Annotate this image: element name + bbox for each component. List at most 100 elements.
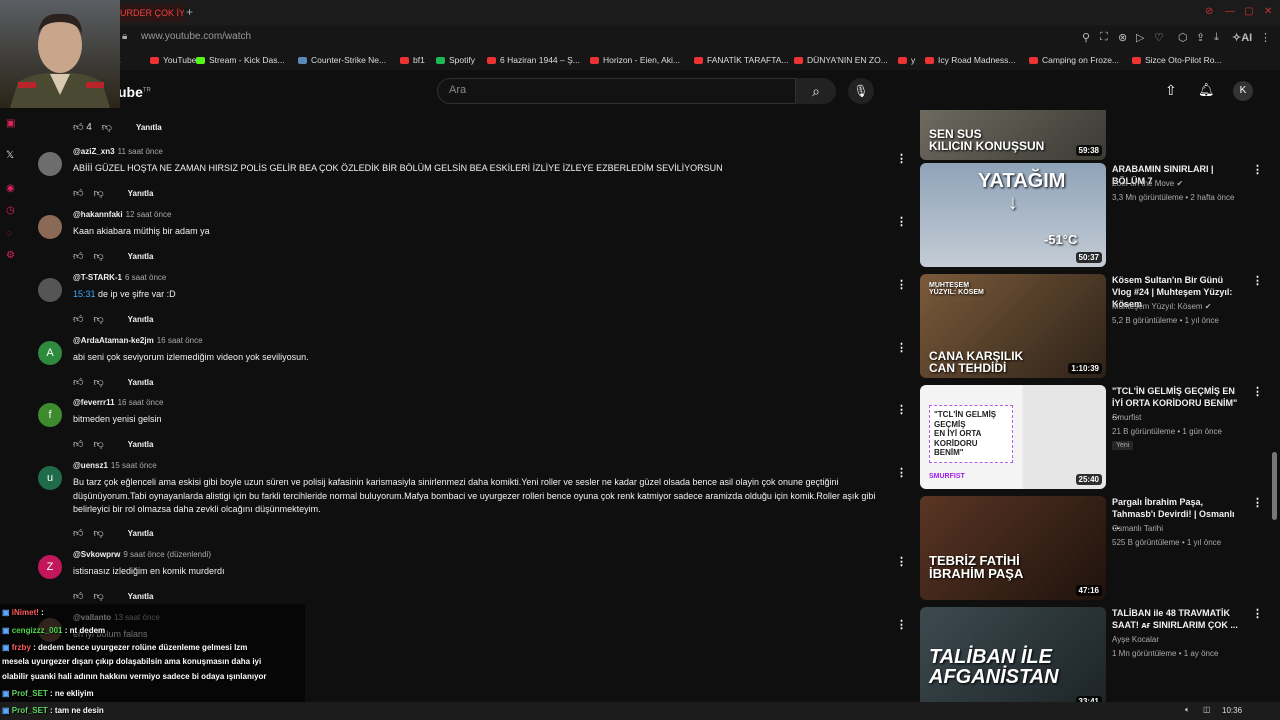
- video-thumbnail[interactable]: YATAĞIM -51°C ↓ 50:37: [920, 163, 1106, 267]
- comment-time[interactable]: 15 saat önce: [111, 461, 157, 470]
- video-thumbnail[interactable]: SMURFIST "TCL'İN GELMİŞ GEÇMİŞ EN İYİ ORT…: [920, 385, 1106, 489]
- comment-time[interactable]: 16 saat önce: [157, 336, 203, 345]
- dislike-button[interactable]: 👎︎: [93, 591, 103, 602]
- dislike-button[interactable]: 👎︎: [93, 528, 103, 539]
- like-button[interactable]: 👍︎: [73, 591, 83, 602]
- like-button[interactable]: 👍︎ 4: [73, 122, 92, 133]
- video-thumbnail[interactable]: MUHTEŞEM YÜZYIL: KÖSEM CANA KARŞILIK CAN …: [920, 274, 1106, 378]
- video-menu-icon[interactable]: ⋮: [1252, 163, 1263, 176]
- bookmark-item[interactable]: Icy Road Madness...: [925, 55, 1015, 65]
- video-channel[interactable]: Smurfist: [1112, 413, 1141, 422]
- bookmark-item[interactable]: Sizce Oto-Pilot Ro...: [1132, 55, 1222, 65]
- comment-time[interactable]: 9 saat önce (düzenlendi): [123, 550, 211, 559]
- clock-icon[interactable]: ◷: [6, 205, 15, 216]
- reply-button[interactable]: Yanıtla: [128, 440, 154, 449]
- comment-username[interactable]: @aziZ_xn3: [73, 147, 115, 156]
- video-thumbnail[interactable]: TALİBAN İLE AFGANİSTAN33:41: [920, 607, 1106, 711]
- comment-menu-icon[interactable]: ⋮: [896, 215, 907, 228]
- mic-button[interactable]: 🎙︎: [848, 78, 874, 104]
- search-input[interactable]: Ara: [437, 78, 796, 104]
- comment-avatar[interactable]: [38, 278, 62, 302]
- reply-button[interactable]: Yanıtla: [128, 189, 154, 198]
- comment-menu-icon[interactable]: ⋮: [896, 618, 907, 631]
- comment-avatar[interactable]: A: [38, 341, 62, 365]
- screenshot-icon[interactable]: ⛶: [1100, 31, 1108, 44]
- video-channel[interactable]: Muhteşem Yüzyıl: Kösem ✔: [1112, 302, 1212, 311]
- bookmark-item[interactable]: DÜNYA'NIN EN ZO...: [794, 55, 888, 65]
- like-button[interactable]: 👍︎: [73, 188, 83, 199]
- play-icon[interactable]: ▷: [1136, 31, 1144, 44]
- dislike-button[interactable]: 👎︎: [93, 439, 103, 450]
- bookmark-item[interactable]: Horizon - Eien, Aki...: [590, 55, 680, 65]
- chat-username[interactable]: Prof_SET: [12, 706, 48, 715]
- volume-icon[interactable]: 🔈︎: [1185, 705, 1190, 715]
- reply-button[interactable]: Yanıtla: [128, 252, 154, 261]
- chat-icon[interactable]: ◌: [6, 228, 12, 239]
- dislike-button[interactable]: 👎︎: [93, 251, 103, 262]
- rail-icon-1[interactable]: ▣: [6, 118, 15, 129]
- video-menu-icon[interactable]: ⋮: [1252, 607, 1263, 620]
- comment-time[interactable]: 6 saat önce: [125, 273, 166, 282]
- video-item[interactable]: TEBRİZ FATİHİ İBRAHİM PAŞA 47:16 Pargalı İ…: [920, 496, 1263, 600]
- comment-username[interactable]: @T-STARK-1: [73, 273, 122, 282]
- upload-button[interactable]: ⇧: [1165, 82, 1177, 99]
- video-item[interactable]: SEN SUS KILICIN KONUŞSUN 59:38: [920, 110, 1260, 160]
- notifications-button[interactable]: 🔔︎: [1198, 82, 1215, 98]
- extensions-icon[interactable]: ⬡: [1178, 31, 1188, 44]
- video-item[interactable]: YATAĞIM -51°C ↓ 50:37 ARABAMIN SINIRLARI | B…: [920, 163, 1263, 267]
- bookmark-item[interactable]: Camping on Froze...: [1029, 55, 1119, 65]
- video-menu-icon[interactable]: ⋮: [1252, 385, 1263, 398]
- video-item[interactable]: TALİBAN İLE AFGANİSTAN33:41TALİBAN ile 4…: [920, 607, 1263, 711]
- like-button[interactable]: 👍︎: [73, 251, 83, 262]
- restore-icon[interactable]: —: [1225, 6, 1235, 17]
- dislike-button[interactable]: 👎︎: [93, 314, 103, 325]
- chat-username[interactable]: cengizzz_001: [12, 626, 63, 635]
- comment-timestamp-link[interactable]: 15:31: [73, 289, 96, 299]
- reply-button[interactable]: Yanıtla: [128, 592, 154, 601]
- comment-menu-icon[interactable]: ⋮: [896, 152, 907, 165]
- dislike-button[interactable]: 👎︎: [102, 122, 112, 133]
- shield-icon[interactable]: ⊗: [1118, 31, 1127, 44]
- settings-icon[interactable]: ⚙: [6, 250, 15, 261]
- comment-menu-icon[interactable]: ⋮: [896, 341, 907, 354]
- new-tab-button[interactable]: +: [186, 5, 193, 19]
- video-item[interactable]: SMURFIST "TCL'İN GELMİŞ GEÇMİŞ EN İYİ ORT…: [920, 385, 1263, 489]
- bookmark-item[interactable]: y: [898, 55, 915, 65]
- video-title[interactable]: TALİBAN ile 48 TRAVMATİK SAAT! ᴀғ SINIRL…: [1112, 607, 1242, 631]
- comment-username[interactable]: @feverrr11: [73, 398, 115, 407]
- comment-menu-icon[interactable]: ⋮: [896, 403, 907, 416]
- youtube-logo[interactable]: ubeTR: [118, 84, 151, 100]
- comment-avatar[interactable]: Z: [38, 555, 62, 579]
- x-icon[interactable]: 𝕏: [6, 150, 14, 161]
- video-channel[interactable]: Zoef on the Move ✔: [1112, 179, 1183, 188]
- video-thumbnail[interactable]: TEBRİZ FATİHİ İBRAHİM PAŞA 47:16: [920, 496, 1106, 600]
- comment-avatar[interactable]: [38, 215, 62, 239]
- comment-username[interactable]: @Svkowprw: [73, 550, 120, 559]
- comment-avatar[interactable]: [38, 152, 62, 176]
- like-button[interactable]: 👍︎: [73, 314, 83, 325]
- chat-username[interactable]: iNimet!: [12, 608, 39, 617]
- share-icon[interactable]: ⇪: [1196, 31, 1205, 44]
- like-button[interactable]: 👍︎: [73, 528, 83, 539]
- menu-icon[interactable]: ⋮: [1260, 31, 1271, 44]
- maximize-icon[interactable]: ▢: [1244, 6, 1253, 17]
- like-button[interactable]: 👍︎: [73, 377, 83, 388]
- comment-menu-icon[interactable]: ⋮: [896, 466, 907, 479]
- pin-icon[interactable]: ⚲: [1082, 31, 1090, 44]
- reply-button[interactable]: Yanıtla: [136, 123, 162, 132]
- bookmark-item[interactable]: FANATİK TARAFTA...: [694, 55, 789, 65]
- browser-tab-active[interactable]: URDER ÇOK İY: [114, 4, 184, 22]
- reply-button[interactable]: Yanıtla: [128, 529, 154, 538]
- heart-icon[interactable]: ♡: [1154, 31, 1164, 44]
- chat-username[interactable]: Prof_SET: [12, 689, 48, 698]
- scrollbar[interactable]: [1270, 110, 1280, 708]
- dislike-button[interactable]: 👎︎: [93, 188, 103, 199]
- minimize-icon[interactable]: ⊘: [1205, 6, 1213, 17]
- comment-menu-icon[interactable]: ⋮: [896, 278, 907, 291]
- bookmark-item[interactable]: Stream - Kick Das...: [196, 55, 285, 65]
- video-channel[interactable]: Ayşe Kocalar: [1112, 635, 1159, 644]
- bookmark-item[interactable]: YouTube: [150, 55, 196, 65]
- video-menu-icon[interactable]: ⋮: [1252, 274, 1263, 287]
- dislike-button[interactable]: 👎︎: [93, 377, 103, 388]
- search-button[interactable]: ⌕: [796, 78, 836, 104]
